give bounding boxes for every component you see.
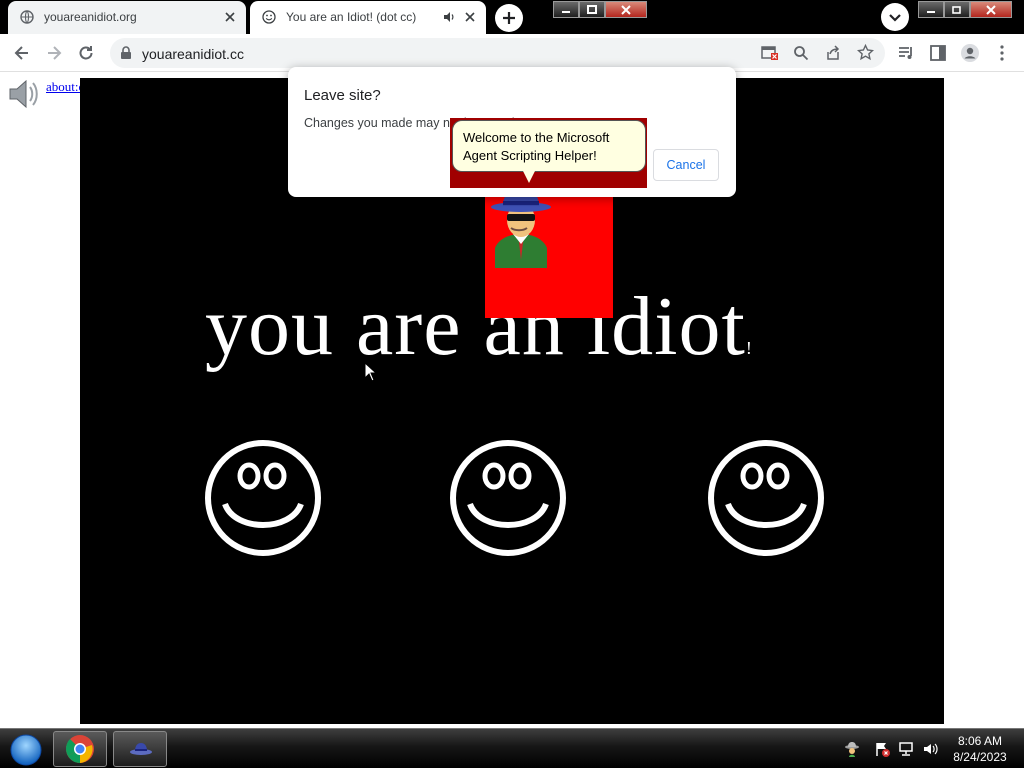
dialog-title: Leave site?	[304, 87, 381, 104]
reload-icon[interactable]	[76, 43, 96, 63]
agent-hat-icon	[130, 743, 152, 755]
smiley-face-icon	[450, 440, 566, 556]
balloon-tail-overlay	[523, 171, 535, 183]
globe-icon	[20, 10, 34, 24]
zoom-search-icon[interactable]	[793, 45, 809, 61]
profile-avatar-icon[interactable]	[960, 43, 980, 63]
lock-icon[interactable]	[120, 46, 132, 60]
restore-icon	[952, 5, 961, 14]
minimize-button[interactable]	[553, 1, 579, 18]
share-icon[interactable]	[825, 45, 841, 61]
close-tab-icon[interactable]	[462, 9, 478, 25]
new-tab-button[interactable]	[495, 4, 523, 32]
agent-tray-icon[interactable]	[844, 741, 860, 757]
back-icon[interactable]	[12, 43, 32, 63]
network-icon[interactable]	[898, 741, 914, 757]
maximize-icon	[587, 4, 597, 14]
cancel-button[interactable]: Cancel	[653, 149, 719, 181]
restore-button[interactable]	[944, 1, 970, 18]
headline-suffix: !	[745, 338, 753, 358]
chrome-icon	[66, 735, 94, 763]
smiley-favicon-icon	[262, 10, 276, 24]
close-window-button[interactable]	[605, 1, 647, 18]
minimize-icon	[927, 10, 935, 13]
clock-date: 8/24/2023	[953, 750, 1007, 764]
tab-you-are-an-idiot[interactable]: You are an Idiot! (dot cc)	[250, 1, 486, 34]
agent-speech-balloon-overlay: Welcome to the Microsoft Agent Scripting…	[452, 120, 646, 172]
side-panel-icon[interactable]	[928, 43, 948, 63]
taskbar-chrome-button[interactable]	[53, 731, 107, 767]
forward-icon[interactable]	[44, 43, 64, 63]
tab-title: youareanidiot.org	[44, 10, 137, 24]
popup-blocked-icon[interactable]	[761, 45, 779, 61]
taskbar-agent-button[interactable]	[113, 731, 167, 767]
tab-youareanidiot-org[interactable]: youareanidiot.org	[8, 1, 246, 34]
minimize-button[interactable]	[918, 1, 944, 18]
headline-main: you are an idiot	[205, 280, 746, 373]
tab-search-button[interactable]	[881, 3, 909, 31]
minimize-icon	[562, 10, 570, 13]
address-bar[interactable]: youareanidiot.cc	[110, 38, 885, 68]
taskbar: 8:06 AM 8/24/2023	[0, 728, 1024, 768]
smiley-face-icon	[205, 440, 321, 556]
chevron-down-icon	[889, 14, 901, 22]
tab-title: You are an Idiot! (dot cc)	[286, 10, 417, 24]
bookmark-star-icon[interactable]	[857, 44, 874, 61]
clock-time: 8:06 AM	[957, 734, 1003, 748]
inner-window-controls	[553, 1, 647, 19]
plus-icon	[503, 12, 515, 24]
media-controls-icon[interactable]	[896, 43, 916, 63]
start-orb-icon[interactable]	[5, 732, 45, 766]
smiley-face-icon	[708, 440, 824, 556]
close-icon	[986, 4, 996, 15]
headline-text: you are an idiot!	[205, 278, 753, 375]
agent-character-icon[interactable]	[485, 186, 563, 268]
speaker-icon[interactable]	[6, 77, 40, 111]
kebab-menu-icon[interactable]	[992, 43, 1012, 63]
close-icon	[621, 4, 631, 15]
maximize-button[interactable]	[579, 1, 605, 18]
action-center-flag-icon[interactable]	[874, 741, 890, 757]
mouse-cursor-icon	[364, 362, 378, 382]
close-tab-icon[interactable]	[222, 9, 238, 25]
audio-playing-icon[interactable]	[442, 10, 456, 24]
browser-window-controls	[918, 1, 1012, 19]
system-clock[interactable]: 8:06 AM 8/24/2023	[946, 733, 1014, 765]
url-text: youareanidiot.cc	[142, 46, 244, 62]
tab-strip: youareanidiot.org You are an Idiot! (dot…	[0, 0, 1024, 34]
volume-icon[interactable]	[922, 741, 938, 757]
close-window-button[interactable]	[970, 1, 1012, 18]
